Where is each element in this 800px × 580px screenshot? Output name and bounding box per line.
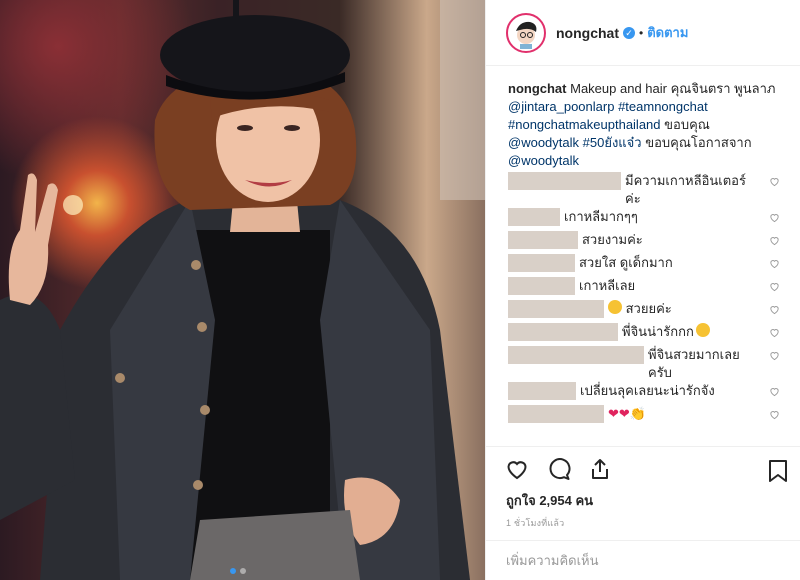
- heart-icon[interactable]: [504, 457, 530, 481]
- post-timestamp: 1 ชั่วโมงที่แล้ว: [506, 518, 565, 528]
- comment-like-heart-icon[interactable]: [769, 258, 780, 269]
- redacted-username[interactable]: [508, 277, 575, 295]
- caption-text-1: Makeup and hair คุณจินตรา พูนลาภ: [570, 81, 776, 96]
- portrait-illustration: [0, 0, 485, 580]
- caption-hashtag-1[interactable]: #teamnongchat: [618, 99, 708, 114]
- caption-hashtag-2[interactable]: #nongchatmakeupthailand: [508, 117, 661, 132]
- comment-row: สวยยค่ะ: [508, 300, 780, 323]
- carousel-dot: [240, 568, 246, 574]
- caption-username[interactable]: nongchat: [508, 81, 567, 96]
- redacted-username[interactable]: [508, 231, 578, 249]
- comment-like-heart-icon[interactable]: [769, 235, 780, 246]
- comment-like-heart-icon[interactable]: [769, 327, 780, 338]
- verified-badge-icon: ✓: [623, 26, 635, 39]
- comment-row: สวยงามค่ะ: [508, 231, 780, 254]
- post-photo[interactable]: [0, 0, 485, 580]
- header-username[interactable]: nongchat: [556, 25, 619, 41]
- comments-list: nongchat Makeup and hair คุณจินตรา พูนลา…: [486, 66, 800, 446]
- comment-row: ❤❤👏: [508, 405, 780, 428]
- comment-text: เกาหลีเลย: [579, 278, 636, 293]
- redacted-username[interactable]: [508, 405, 604, 423]
- comment-like-heart-icon[interactable]: [769, 176, 780, 187]
- comment-like-heart-icon[interactable]: [769, 350, 780, 361]
- caption-mention-1[interactable]: @jintara_poonlarp: [508, 99, 614, 114]
- redacted-username[interactable]: [508, 254, 575, 272]
- caption-text-3: ขอบคุณโอกาสจาก: [645, 135, 752, 150]
- face-emoji-icon: [695, 323, 710, 337]
- comment-text: เปลี่ยนลุคเลยนะน่ารักจัง: [580, 383, 715, 398]
- carousel-dot-active: [230, 568, 236, 574]
- comment-like-heart-icon[interactable]: [769, 304, 780, 315]
- add-comment-input[interactable]: เพิ่มความคิดเห็น: [486, 540, 800, 580]
- follow-button[interactable]: ติดตาม: [647, 22, 688, 43]
- instagram-post: nongchat ✓ • ติดตาม nongchat Makeup and …: [0, 0, 800, 580]
- comment-row: สวยใส ดูเด็กมาก: [508, 254, 780, 277]
- heart-eyes-emoji-icon: [608, 300, 622, 314]
- share-icon[interactable]: [588, 457, 612, 481]
- comment-row: เกาหลีมากๆๆ: [508, 208, 780, 231]
- redacted-username[interactable]: [508, 208, 560, 226]
- comment-row: พี่จินน่ารักกก: [508, 323, 780, 346]
- comment-row: พี่จินสวยมากเลย ครับ: [508, 346, 780, 382]
- redacted-username[interactable]: [508, 346, 644, 364]
- likes-count[interactable]: ถูกใจ 2,954 คน: [486, 490, 800, 510]
- bookmark-icon[interactable]: [768, 459, 788, 483]
- carousel-indicators: [230, 568, 246, 574]
- post-header: nongchat ✓ • ติดตาม: [486, 0, 800, 66]
- comment-text: เกาหลีมากๆๆ: [564, 209, 638, 224]
- comment-text: พี่จินน่ารักกก: [622, 324, 694, 339]
- comment-text: สวยยค่ะ: [625, 301, 672, 316]
- caption-mention-3[interactable]: @woodytalk: [508, 153, 579, 168]
- comment-like-heart-icon[interactable]: [769, 409, 780, 420]
- redacted-username[interactable]: [508, 323, 618, 341]
- redacted-username[interactable]: [508, 172, 621, 190]
- comment-text: สวยงามค่ะ: [582, 232, 643, 247]
- caption-hashtag-3[interactable]: #50ยังแจ๋ว: [583, 135, 642, 150]
- caption-text-2: ขอบคุณ: [664, 117, 710, 132]
- post-caption: nongchat Makeup and hair คุณจินตรา พูนลา…: [508, 80, 780, 170]
- comment-text: สวยใส ดูเด็กมาก: [579, 255, 673, 270]
- post-sidebar: nongchat ✓ • ติดตาม nongchat Makeup and …: [485, 0, 800, 580]
- comment-text: มีความเกาหลีอินเตอร์ ค่ะ: [625, 173, 746, 206]
- comment-like-heart-icon[interactable]: [769, 281, 780, 292]
- comment-row: มีความเกาหลีอินเตอร์ ค่ะ: [508, 172, 780, 208]
- caption-mention-2[interactable]: @woodytalk: [508, 135, 579, 150]
- redacted-username[interactable]: [508, 382, 576, 400]
- comment-text: ❤❤👏: [608, 406, 646, 421]
- post-actions: [486, 446, 800, 490]
- comment-row: เกาหลีเลย: [508, 277, 780, 300]
- avatar[interactable]: [506, 12, 546, 53]
- comment-icon[interactable]: [546, 457, 572, 481]
- header-separator: •: [639, 25, 644, 40]
- comment-row: เปลี่ยนลุคเลยนะน่ารักจัง: [508, 382, 780, 405]
- comment-like-heart-icon[interactable]: [769, 212, 780, 223]
- comment-text: พี่จินสวยมากเลย ครับ: [648, 347, 740, 380]
- avatar-cartoon-icon: [516, 21, 537, 49]
- comment-like-heart-icon[interactable]: [769, 386, 780, 397]
- redacted-username[interactable]: [508, 300, 604, 318]
